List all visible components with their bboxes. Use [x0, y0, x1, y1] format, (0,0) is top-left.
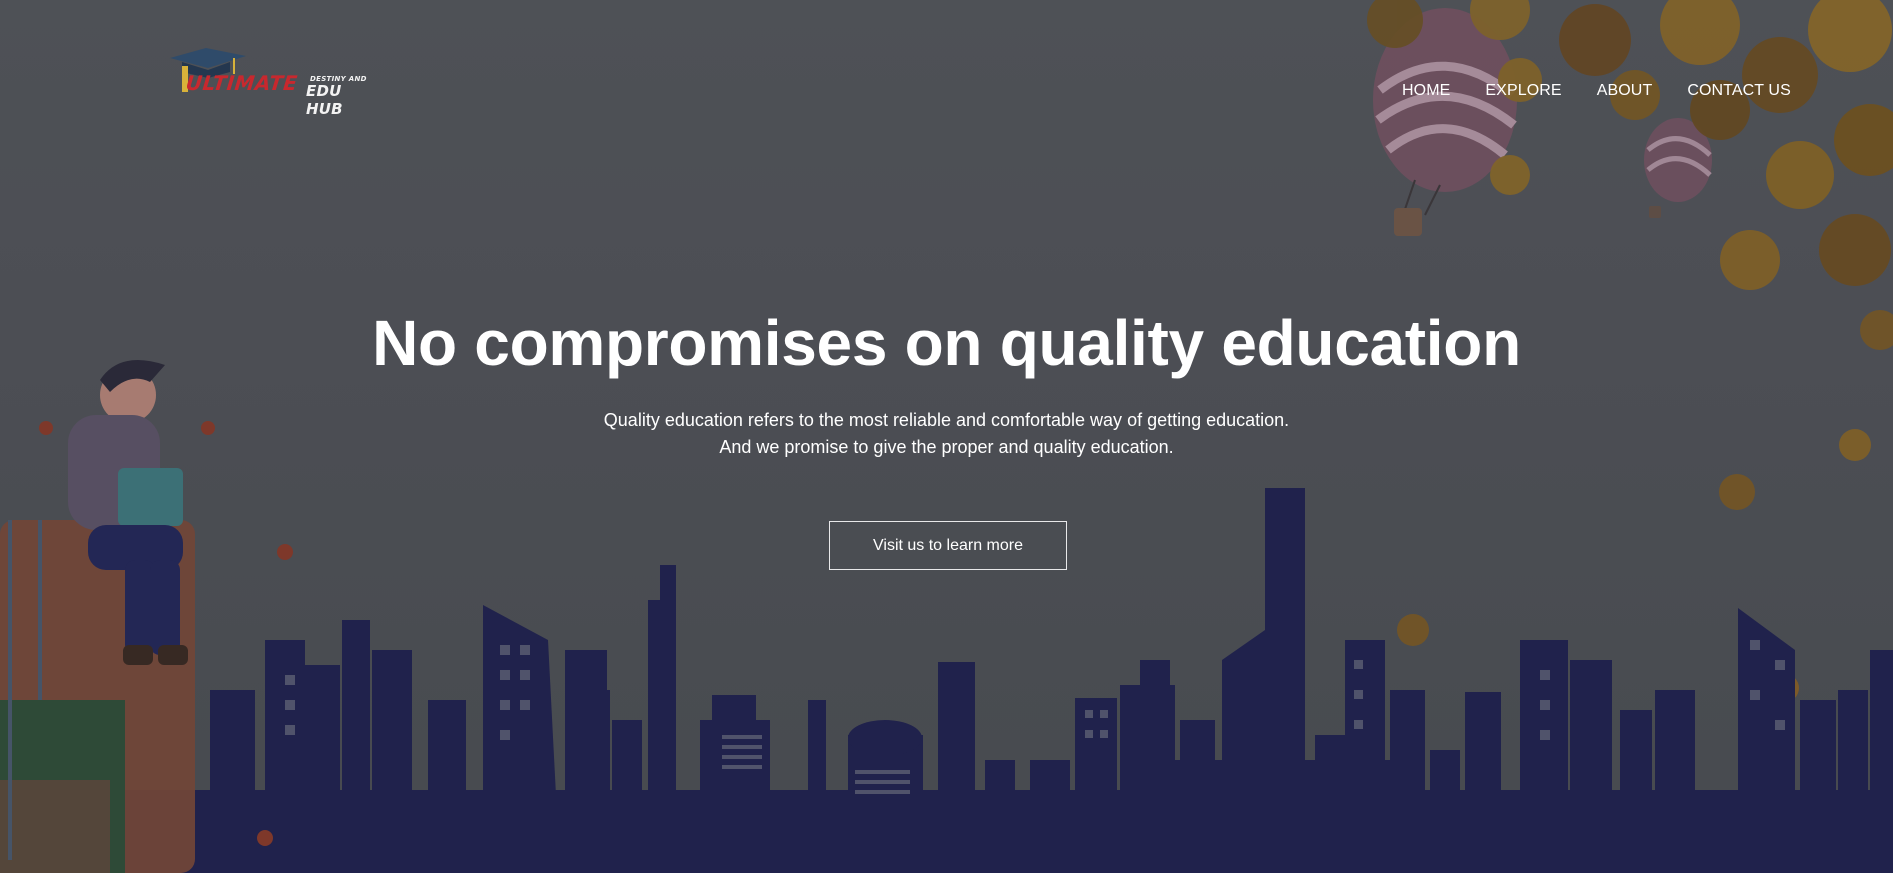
nav-link-explore[interactable]: EXPLORE: [1485, 80, 1561, 102]
logo-wordmark: ULTIMATE: [184, 71, 299, 95]
hero-section: ULTIMATE DESTINY AND EDU HUB HOME EXPLOR…: [0, 0, 1893, 873]
nav-link-home[interactable]: HOME: [1402, 80, 1450, 102]
hero-headline: No compromises on quality education: [372, 307, 1521, 379]
hero-subtext-line-1: Quality education refers to the most rel…: [603, 410, 1290, 430]
hero-subtext-line-2: And we promise to give the proper and qu…: [719, 437, 1174, 457]
nav-link-about[interactable]: ABOUT: [1597, 80, 1653, 102]
main-nav: HOME EXPLORE ABOUT CONTACT US: [1402, 80, 1791, 102]
logo-tagline-large: EDU HUB: [306, 82, 343, 118]
site-logo[interactable]: ULTIMATE DESTINY AND EDU HUB: [168, 46, 378, 118]
nav-link-contact-us[interactable]: CONTACT US: [1687, 80, 1791, 102]
hero-subtext: Quality education refers to the most rel…: [0, 407, 1893, 461]
visit-us-button[interactable]: Visit us to learn more: [829, 521, 1067, 570]
